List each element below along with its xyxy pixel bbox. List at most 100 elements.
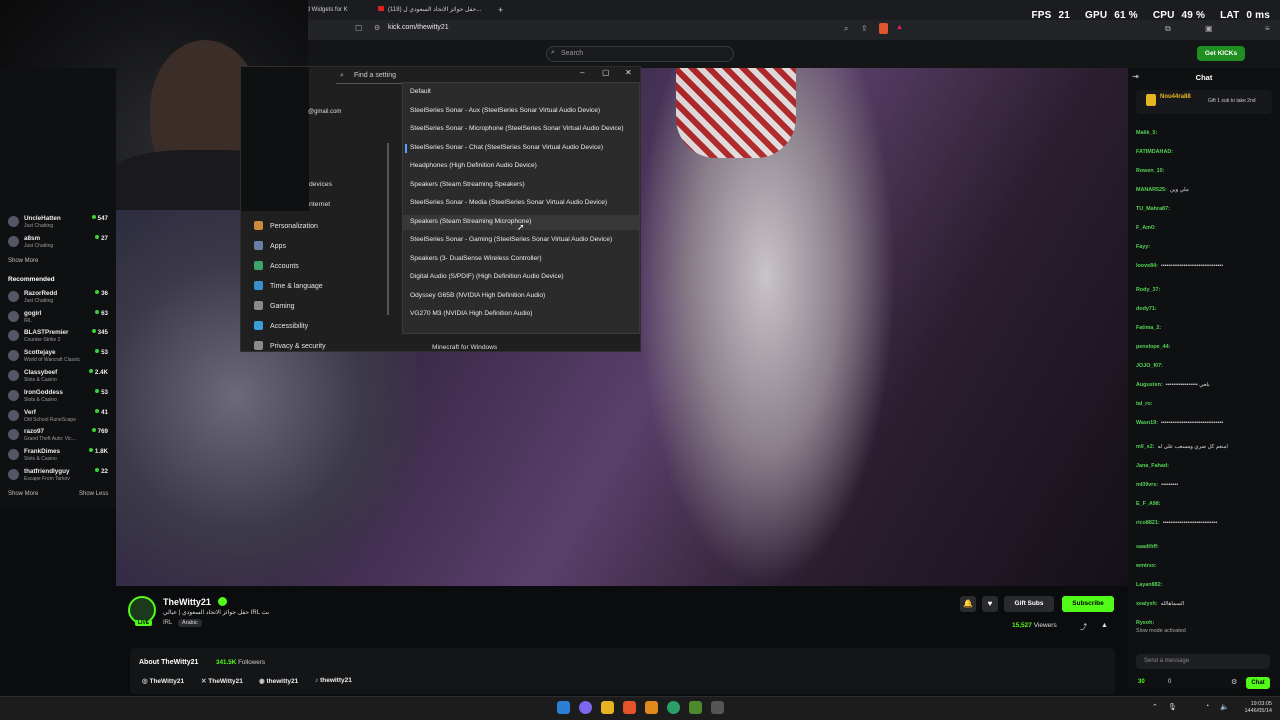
- chat-username[interactable]: Malik_5:: [1136, 130, 1157, 136]
- channel-item[interactable]: BLASTPremier Counter-Strike 2 345: [6, 328, 110, 346]
- minecraft-icon[interactable]: [689, 701, 702, 714]
- chat-username[interactable]: Fayy:: [1136, 244, 1150, 250]
- chat-username[interactable]: loove84:: [1136, 263, 1158, 269]
- nav-personalization[interactable]: Personalization: [254, 221, 318, 235]
- channel-item[interactable]: thatfriendlyguy Escape From Tarkov 22: [6, 467, 110, 485]
- tray-chevron-icon[interactable]: ⌃: [1152, 703, 1158, 711]
- chat-username[interactable]: Wasn19:: [1136, 420, 1158, 426]
- instagram-link[interactable]: ◎ TheWitty21: [142, 677, 184, 685]
- chat-username[interactable]: dody71:: [1136, 306, 1157, 312]
- browser-tab-active[interactable]: (118) حفل جوائز الاتحاد السعودي ل...: [378, 3, 493, 17]
- device-option[interactable]: Headphones (High Definition Audio Device…: [410, 162, 537, 169]
- brave-shield-icon[interactable]: [879, 23, 888, 34]
- search-input[interactable]: ⌕ Search: [546, 46, 734, 62]
- chat-username[interactable]: Rody_37:: [1136, 287, 1160, 293]
- show-more-button[interactable]: Show More: [8, 258, 38, 264]
- site-info-icon[interactable]: ⚙: [374, 24, 380, 32]
- nav-time-language[interactable]: Time & language: [254, 281, 323, 295]
- x-link[interactable]: ✕ TheWitty21: [201, 677, 243, 685]
- file-explorer-icon[interactable]: [601, 701, 614, 714]
- scrollbar[interactable]: [387, 143, 389, 315]
- channel-points[interactable]: 30: [1138, 679, 1145, 685]
- device-option[interactable]: SteelSeries Sonar - Microphone (SteelSer…: [410, 125, 624, 132]
- chat-username[interactable]: xealyxh:: [1136, 601, 1158, 607]
- channel-item[interactable]: Scottejaye World of Warcraft Classic 53: [6, 348, 110, 366]
- browser-tab[interactable]: and Widgets for K: [300, 3, 370, 17]
- share-icon[interactable]: ⤴: [1080, 622, 1087, 632]
- nav-apps[interactable]: Apps: [254, 241, 286, 255]
- app-entry[interactable]: Minecraft for Windows: [432, 344, 497, 351]
- send-message-input[interactable]: Send a message: [1136, 654, 1270, 669]
- chat-username[interactable]: E_F_A98:: [1136, 501, 1161, 507]
- tiktok-link[interactable]: ♪ thewitty21: [315, 677, 352, 684]
- system-clock[interactable]: 19:03:05 1446/05/14: [1244, 701, 1272, 715]
- menu-icon[interactable]: ≡: [1265, 24, 1270, 33]
- nav-accessibility[interactable]: Accessibility: [254, 321, 308, 335]
- channel-item[interactable]: gogirl IRL 63: [6, 309, 110, 327]
- chat-username[interactable]: JOJO_f07:: [1136, 363, 1163, 369]
- subscribe-button[interactable]: Subscribe: [1062, 596, 1114, 612]
- volume-icon[interactable]: 🔈: [1220, 703, 1229, 711]
- chat-username[interactable]: MANAR525:: [1136, 187, 1167, 193]
- show-more-button[interactable]: Show More: [8, 491, 38, 497]
- streamer-name[interactable]: TheWitty21: [163, 597, 211, 607]
- channel-item[interactable]: a8sm Just Chatting 27: [6, 234, 110, 252]
- chat-username[interactable]: saadthff:: [1136, 544, 1159, 550]
- channel-item[interactable]: UncleHatten Just Chatting 547: [6, 214, 110, 232]
- device-option[interactable]: Speakers (3- DualSense Wireless Controll…: [410, 255, 542, 262]
- chat-username[interactable]: m0_x2:: [1136, 444, 1155, 450]
- discord-link[interactable]: ◉ thewitty21: [259, 677, 298, 685]
- start-icon[interactable]: [557, 701, 570, 714]
- new-tab-button[interactable]: +: [498, 3, 503, 17]
- channel-item[interactable]: FrankDimes Slots & Casino 1.8K: [6, 447, 110, 465]
- device-option[interactable]: Default: [410, 88, 431, 95]
- device-option[interactable]: Digital Audio (S/PDIF) (High Definition …: [410, 273, 564, 280]
- chat-username[interactable]: FATIMDAHAD:: [1136, 149, 1173, 155]
- nav-devices[interactable]: devices: [309, 181, 332, 188]
- nav-privacy[interactable]: Privacy & security: [254, 341, 326, 351]
- chat-username[interactable]: Ryeoh:: [1136, 620, 1154, 626]
- chat-username[interactable]: Fatima_2:: [1136, 325, 1161, 331]
- device-option[interactable]: VG270 M3 (NVIDIA High Definition Audio): [410, 310, 532, 317]
- nav-gaming[interactable]: Gaming: [254, 301, 295, 315]
- channel-item[interactable]: Classybeef Slots & Casino 2.4K: [6, 368, 110, 386]
- chat-username[interactable]: Layan882:: [1136, 582, 1162, 588]
- chat-username[interactable]: F_Am0:: [1136, 225, 1156, 231]
- share-icon[interactable]: ⇪: [861, 24, 868, 33]
- pinned-gift-banner[interactable]: Nou44ra88 Gift 1 sub to take 2nd: [1136, 90, 1272, 114]
- device-option[interactable]: SteelSeries Sonar - Gaming (SteelSeries …: [410, 236, 612, 243]
- chat-username[interactable]: TU_Mahra87:: [1136, 206, 1170, 212]
- chat-username[interactable]: Augusten:: [1136, 382, 1163, 388]
- device-option[interactable]: Speakers (Steam Streaming Speakers): [410, 181, 525, 188]
- device-option[interactable]: SteelSeries Sonar - Media (SteelSeries S…: [410, 199, 607, 206]
- chat-username[interactable]: ml09vrs:: [1136, 482, 1158, 488]
- device-option[interactable]: Odyssey G65B (NVIDIA High Definition Aud…: [410, 292, 545, 299]
- chat-username[interactable]: tal_ro:: [1136, 401, 1152, 407]
- bookmark-icon[interactable]: ☐: [355, 24, 362, 33]
- chat-username[interactable]: wmtrxx:: [1136, 563, 1157, 569]
- extensions-icon[interactable]: ⧉: [1165, 24, 1171, 34]
- chat-settings-icon[interactable]: ⚙: [1231, 678, 1237, 686]
- report-icon[interactable]: ▲: [1101, 622, 1108, 629]
- chat-send-button[interactable]: Chat: [1246, 677, 1270, 689]
- minimize-button[interactable]: –: [580, 68, 584, 77]
- maximize-button[interactable]: ▢: [602, 68, 610, 77]
- chat-username[interactable]: rico8821:: [1136, 520, 1160, 526]
- channel-item[interactable]: Verf Old School RuneScape 41: [6, 408, 110, 426]
- device-option[interactable]: SteelSeries Sonar - Aux (SteelSeries Son…: [410, 107, 600, 114]
- zoom-icon[interactable]: ⌕: [844, 24, 848, 34]
- show-less-button[interactable]: Show Less: [79, 491, 108, 497]
- rewards-icon[interactable]: ▲: [896, 24, 903, 31]
- device-option-hover[interactable]: Speakers (Steam Streaming Microphone): [410, 218, 531, 225]
- brave-browser-icon[interactable]: [623, 701, 636, 714]
- notification-bell-button[interactable]: 🔔: [960, 596, 976, 612]
- chat-username[interactable]: Jana_Fahad:: [1136, 463, 1169, 469]
- device-option-selected[interactable]: SteelSeries Sonar - Chat (SteelSeries So…: [410, 144, 603, 151]
- channel-item[interactable]: IronGoddess Slots & Casino 53: [6, 388, 110, 406]
- settings-taskbar-icon[interactable]: [711, 701, 724, 714]
- nav-accounts[interactable]: Accounts: [254, 261, 299, 275]
- wifi-icon[interactable]: ◔: [1205, 703, 1209, 710]
- chrome-icon[interactable]: [667, 701, 680, 714]
- channel-item[interactable]: RazorRedd Just Chatting 36: [6, 289, 110, 307]
- chat-username[interactable]: penelope_44:: [1136, 344, 1170, 350]
